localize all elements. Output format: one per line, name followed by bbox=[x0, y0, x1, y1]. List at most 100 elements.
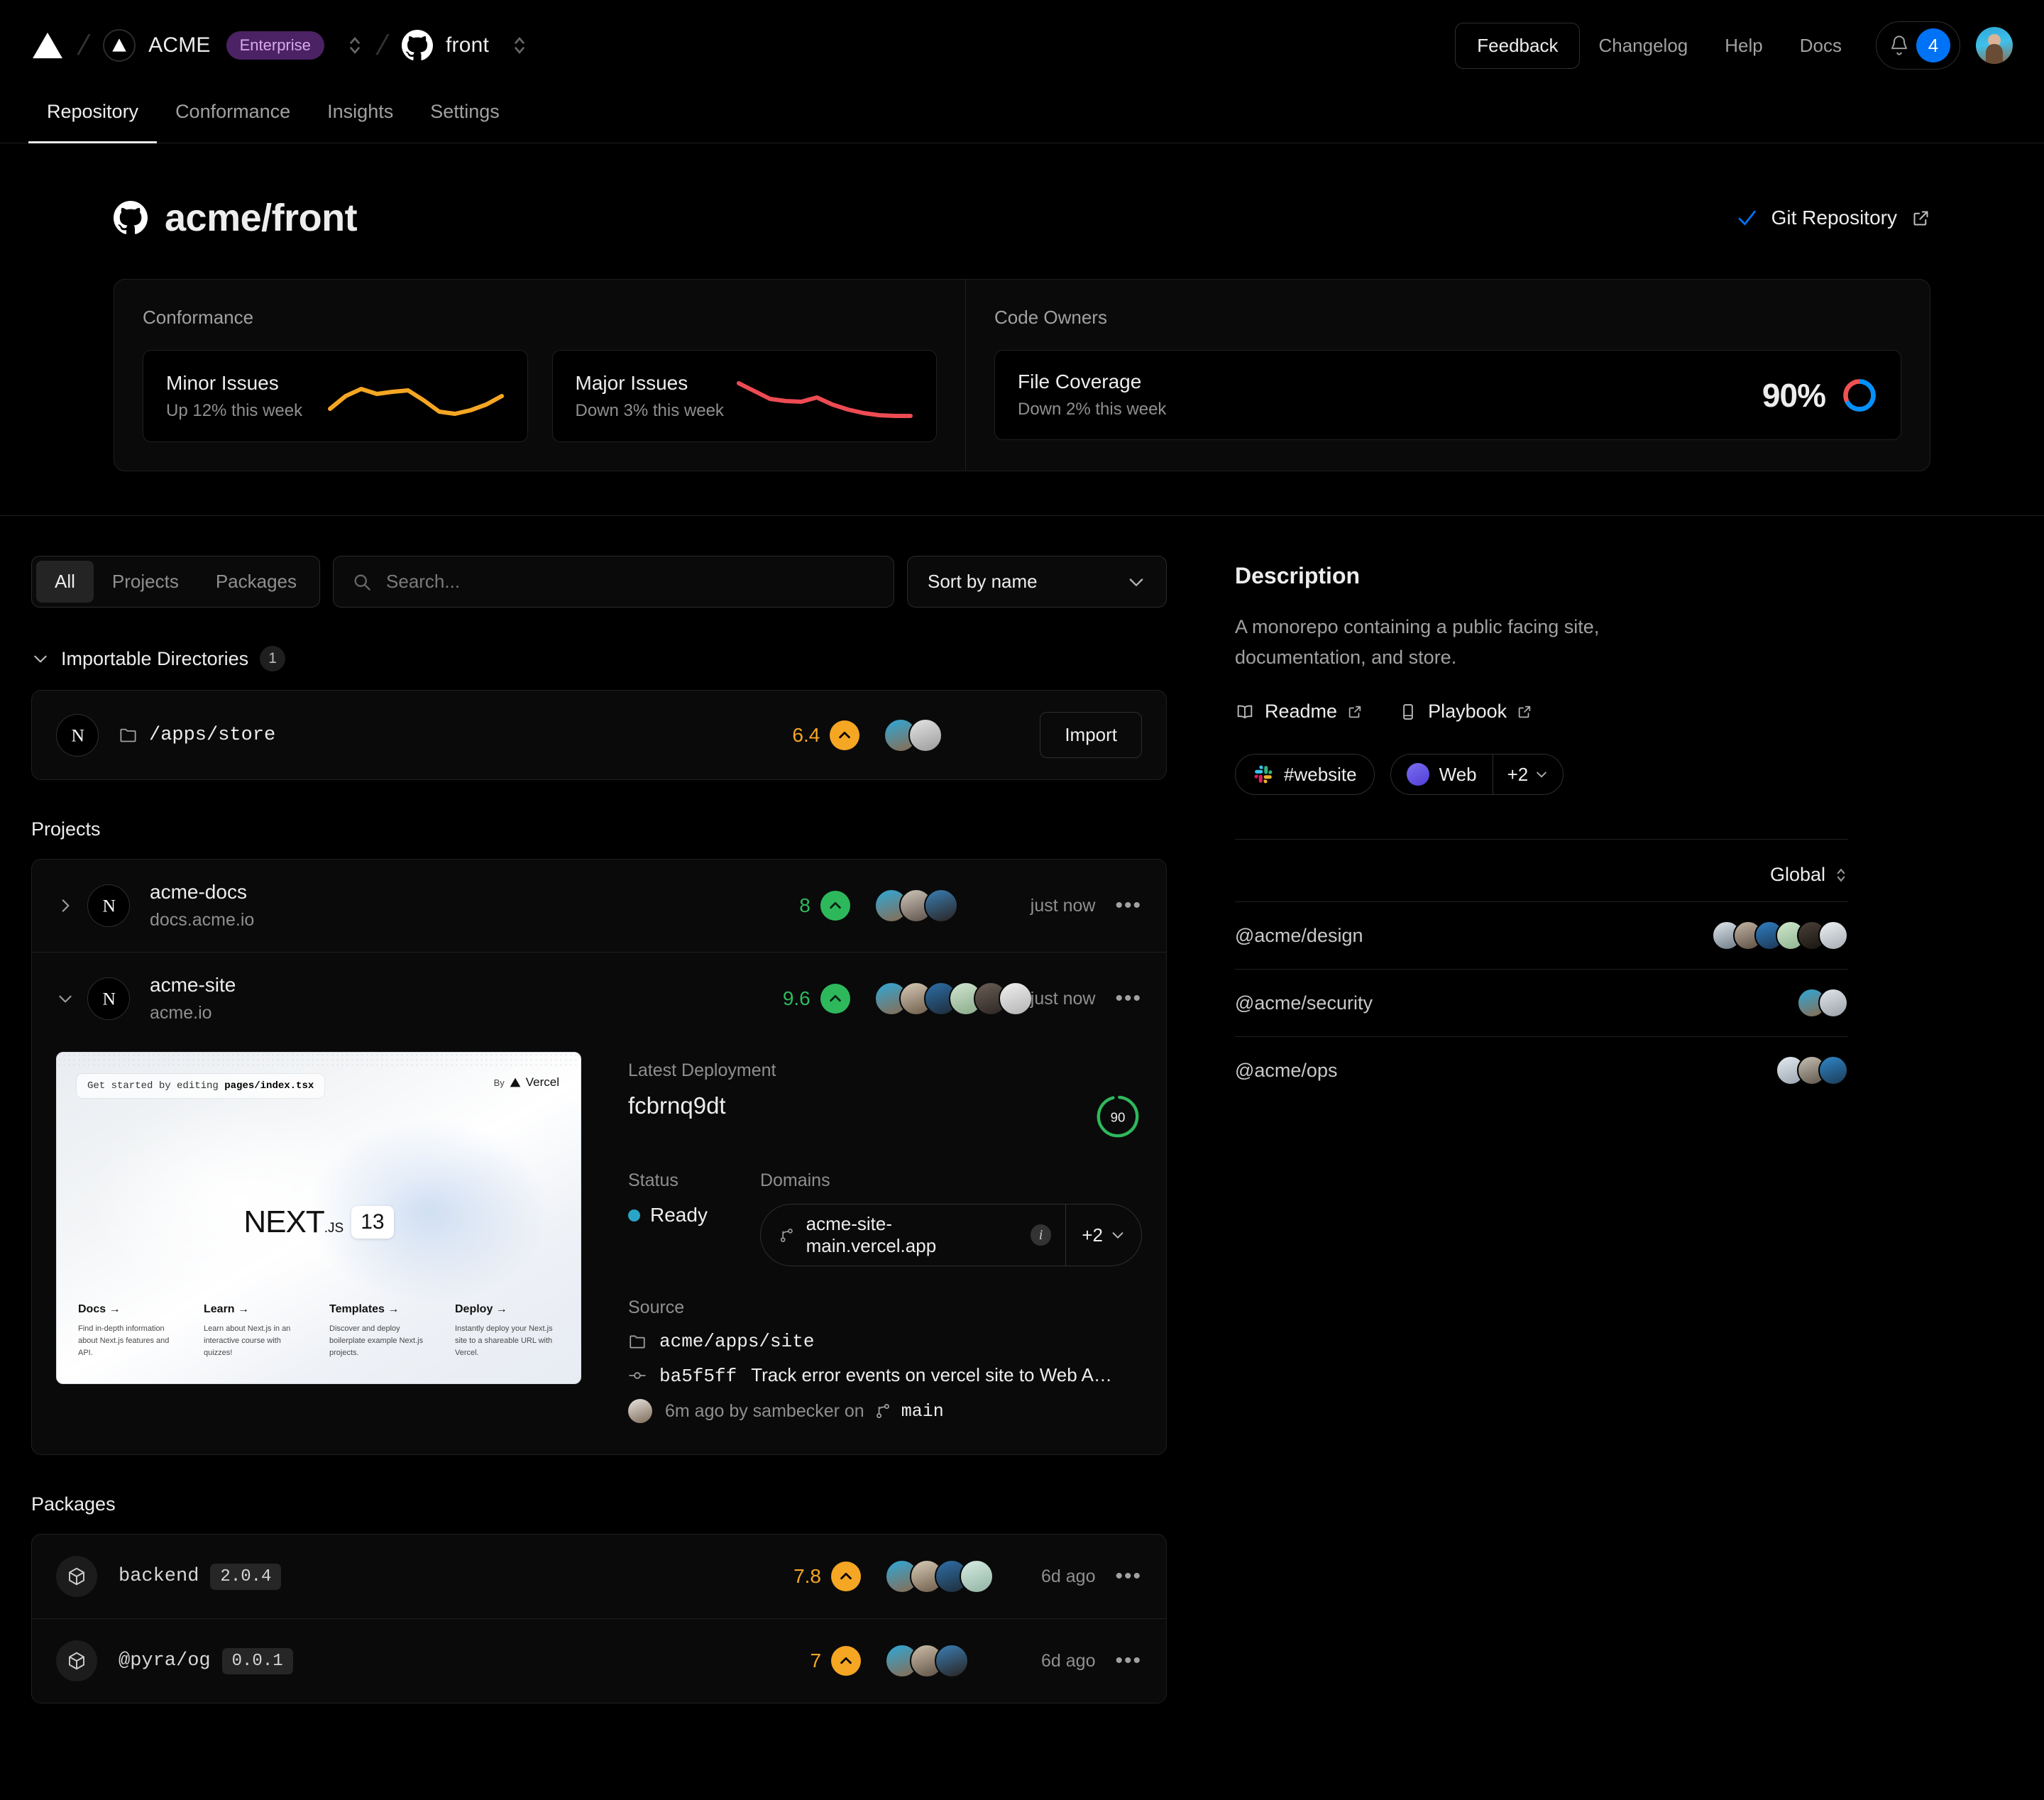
deployment-info: Latest Deployment fcbrnq9dt 90 Status Re… bbox=[581, 1052, 1142, 1423]
avatar bbox=[1818, 1055, 1848, 1086]
minor-issues-tile[interactable]: Minor Issues Up 12% this week bbox=[143, 350, 528, 442]
vercel-logo-icon[interactable] bbox=[31, 31, 64, 60]
chevron-up-down-icon[interactable] bbox=[347, 33, 363, 58]
list-item-team[interactable]: @acme/design bbox=[1235, 901, 1848, 969]
chevron-up-down-icon-2[interactable] bbox=[512, 33, 527, 58]
score-indicator: 7 bbox=[712, 1646, 862, 1676]
filter-projects[interactable]: Projects bbox=[94, 561, 197, 603]
avatar bbox=[998, 982, 1033, 1016]
list-item-project[interactable]: N acme-site acme.io 9.6 just now ••• bbox=[32, 953, 1166, 1045]
git-repository-link[interactable]: Git Repository bbox=[1736, 207, 1930, 229]
list-item-package[interactable]: backend 2.0.4 7.8 6d ago ••• bbox=[32, 1535, 1166, 1618]
tab-conformance[interactable]: Conformance bbox=[157, 91, 309, 143]
scope-selector[interactable]: Global bbox=[1235, 840, 1848, 901]
tab-insights[interactable]: Insights bbox=[309, 91, 412, 143]
svg-text:N: N bbox=[103, 989, 116, 1009]
source-path: acme/apps/site bbox=[659, 1331, 815, 1352]
web-tag-more-button[interactable]: +2 bbox=[1492, 754, 1564, 795]
search-box[interactable] bbox=[333, 556, 894, 608]
score-indicator: 9.6 bbox=[701, 984, 850, 1014]
package-name: backend bbox=[119, 1566, 199, 1587]
description-text: A monorepo containing a public facing si… bbox=[1235, 616, 1600, 668]
package-menu-button[interactable]: ••• bbox=[1115, 1650, 1142, 1672]
tab-settings[interactable]: Settings bbox=[412, 91, 518, 143]
commit-branch: main bbox=[901, 1400, 944, 1422]
avatar bbox=[908, 718, 943, 752]
top-bar-actions: Feedback Changelog Help Docs 4 bbox=[1455, 21, 2013, 70]
tag-row: #website Web +2 bbox=[1235, 754, 1848, 796]
domain-link[interactable]: acme-site-main.vercel.app i bbox=[761, 1204, 1065, 1266]
preview-chip-prefix: Get started by editing bbox=[87, 1080, 225, 1092]
score-trend-up-icon bbox=[831, 1562, 862, 1591]
repo-full-name: acme/front bbox=[165, 197, 358, 239]
top-bar: / ACME Enterprise / front Feedback Chang… bbox=[0, 0, 2044, 91]
list-item-importable[interactable]: N /apps/store 6.4 Import bbox=[32, 691, 1166, 779]
preview-col-title: Templates → bbox=[329, 1302, 400, 1315]
filter-packages[interactable]: Packages bbox=[197, 561, 315, 603]
org-name: ACME bbox=[148, 33, 211, 57]
list-item-team[interactable]: @acme/security bbox=[1235, 969, 1848, 1036]
avatar bbox=[1818, 921, 1848, 951]
external-link-icon bbox=[1518, 706, 1531, 718]
author-avatar bbox=[628, 1399, 652, 1423]
project-updated-at: just now bbox=[1030, 988, 1096, 1009]
notifications-button[interactable]: 4 bbox=[1876, 21, 1960, 70]
domains-more-button[interactable]: +2 bbox=[1065, 1204, 1141, 1266]
preview-col-body: Discover and deploy boilerplate example … bbox=[329, 1324, 424, 1357]
svg-text:N: N bbox=[103, 896, 116, 916]
slack-channel-tag[interactable]: #website bbox=[1235, 754, 1375, 796]
score-value: 6.4 bbox=[792, 723, 820, 746]
package-menu-button[interactable]: ••• bbox=[1115, 1566, 1142, 1587]
importable-directories-label: Importable Directories bbox=[61, 647, 249, 669]
user-avatar[interactable] bbox=[1976, 27, 2013, 64]
external-link-icon bbox=[1913, 210, 1928, 226]
source-path-row[interactable]: acme/apps/site bbox=[628, 1331, 1142, 1352]
list-item-package[interactable]: @pyra/og 0.0.1 7 6d ago ••• bbox=[32, 1618, 1166, 1703]
source-commit-row[interactable]: ba5f5ff Track error events on vercel sit… bbox=[628, 1364, 1142, 1387]
tab-repository[interactable]: Repository bbox=[28, 91, 158, 143]
info-icon[interactable]: i bbox=[1030, 1224, 1052, 1246]
package-cube-icon bbox=[56, 1640, 97, 1681]
avatar-stack bbox=[885, 1644, 1041, 1678]
breadcrumb-org[interactable]: ACME Enterprise bbox=[103, 29, 363, 62]
project-menu-button[interactable]: ••• bbox=[1115, 895, 1142, 916]
avatar-stack bbox=[1712, 921, 1848, 951]
search-input[interactable] bbox=[386, 571, 875, 593]
docs-link[interactable]: Docs bbox=[1781, 35, 1860, 57]
chevron-down-icon-section[interactable] bbox=[31, 649, 50, 668]
feedback-button[interactable]: Feedback bbox=[1455, 22, 1581, 69]
scope-label: Global bbox=[1769, 864, 1825, 886]
breadcrumb-repo[interactable]: front bbox=[402, 30, 527, 61]
deployment-preview-thumbnail[interactable]: Get started by editing pages/index.tsx B… bbox=[56, 1052, 581, 1384]
collapse-project-acme-site[interactable] bbox=[56, 989, 87, 1008]
list-item-team[interactable]: @acme/ops bbox=[1235, 1036, 1848, 1104]
preview-col-title: Learn → bbox=[204, 1302, 250, 1315]
git-commit-icon bbox=[629, 1372, 646, 1379]
expand-project-acme-docs[interactable] bbox=[56, 896, 87, 915]
filter-all[interactable]: All bbox=[36, 561, 94, 603]
changelog-link[interactable]: Changelog bbox=[1580, 35, 1706, 57]
file-coverage-tile[interactable]: File Coverage Down 2% this week 90% bbox=[994, 350, 1901, 440]
major-issues-tile[interactable]: Major Issues Down 3% this week bbox=[551, 350, 937, 442]
deployment-id[interactable]: fcbrnq9dt bbox=[628, 1092, 726, 1119]
minor-issues-sparkline bbox=[327, 387, 504, 416]
sort-select[interactable]: Sort by name bbox=[907, 556, 1167, 608]
avatar-stack bbox=[874, 982, 1033, 1016]
web-tag[interactable]: Web bbox=[1391, 754, 1493, 794]
score-trend-up-icon bbox=[830, 720, 860, 750]
score-value: 8 bbox=[799, 894, 811, 916]
avatar-stack bbox=[1776, 1055, 1848, 1086]
chevron-up-down-icon bbox=[1837, 868, 1845, 882]
score-trend-up-icon bbox=[820, 984, 850, 1014]
project-menu-button[interactable]: ••• bbox=[1115, 988, 1142, 1009]
help-link[interactable]: Help bbox=[1706, 35, 1781, 57]
playbook-link[interactable]: Playbook bbox=[1398, 701, 1532, 723]
import-button[interactable]: Import bbox=[1040, 712, 1142, 758]
playbook-icon bbox=[1403, 703, 1413, 720]
preview-by-label: By bbox=[493, 1077, 505, 1088]
domain-value: acme-site-main.vercel.app bbox=[806, 1213, 937, 1256]
filter-bar: All Projects Packages Sort by name bbox=[31, 556, 1167, 608]
list-item-project[interactable]: N acme-docs docs.acme.io 8 just now ••• bbox=[32, 860, 1166, 952]
importable-count-badge: 1 bbox=[260, 646, 286, 671]
readme-link[interactable]: Readme bbox=[1235, 701, 1363, 723]
